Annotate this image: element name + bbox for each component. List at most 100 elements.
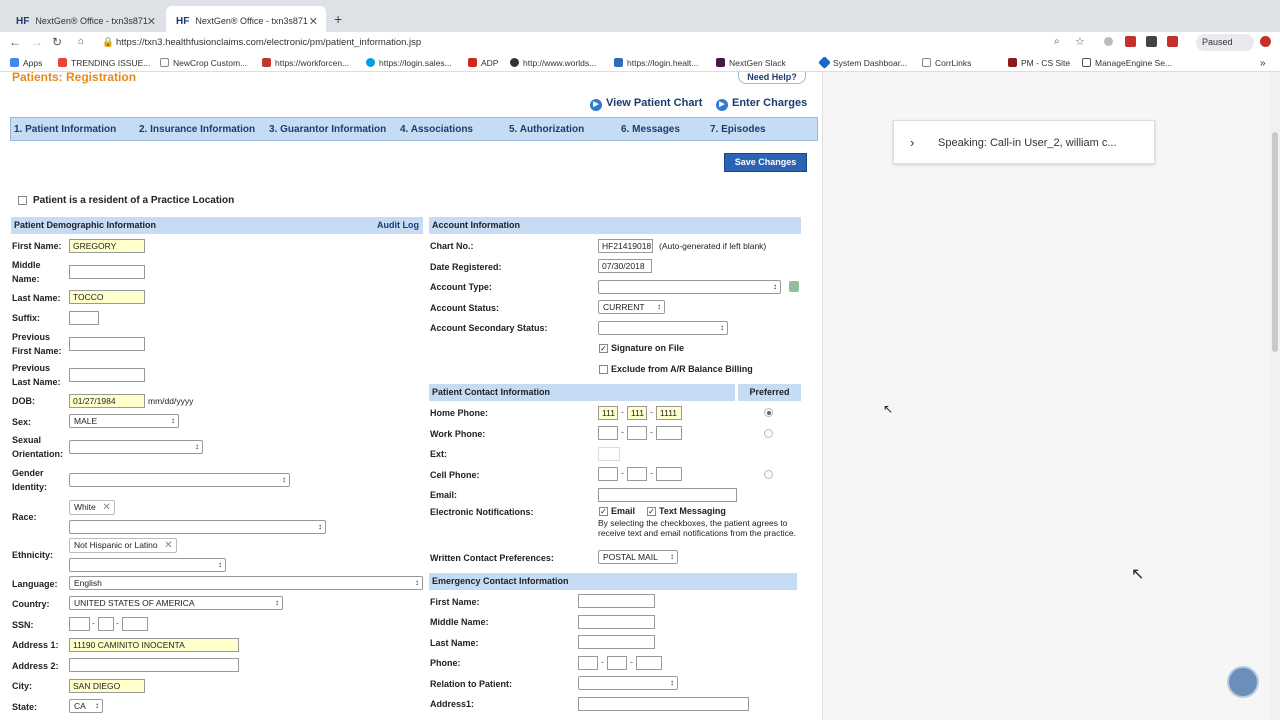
ssn-part1-input[interactable] — [69, 617, 90, 631]
cell-phone-prefix-input[interactable] — [627, 467, 647, 481]
bookmark-item[interactable]: System Dashboar... — [818, 56, 907, 69]
ethnicity-select[interactable] — [69, 558, 226, 572]
more-bookmarks-icon[interactable]: » — [1260, 58, 1266, 69]
close-tab-icon[interactable]: ✕ — [147, 15, 156, 28]
address1-input[interactable]: 11190 CAMINITO INOCENTA — [69, 638, 239, 652]
step-episodes[interactable]: 7. Episodes — [710, 124, 766, 135]
speaking-indicator[interactable]: › Speaking: Call-in User_2, william c... — [893, 120, 1155, 164]
chart-no-input[interactable]: HF21419018 — [598, 239, 653, 253]
step-messages[interactable]: 6. Messages — [621, 124, 680, 135]
extension-icon[interactable] — [1146, 36, 1157, 47]
cell-phone-line-input[interactable] — [656, 467, 682, 481]
date-registered-input[interactable]: 07/30/2018 — [598, 259, 652, 273]
extension-icon[interactable] — [1104, 37, 1113, 46]
email-input[interactable] — [598, 488, 737, 502]
bookmark-item[interactable]: ADP — [468, 58, 498, 68]
emergency-middle-name-input[interactable] — [578, 615, 655, 629]
exclude-billing-checkbox[interactable] — [599, 365, 608, 374]
resident-checkbox[interactable] — [18, 196, 27, 205]
cell-phone-area-input[interactable] — [598, 467, 618, 481]
audit-log-link[interactable]: Audit Log — [377, 220, 419, 230]
home-phone-area-input[interactable]: 111 — [598, 406, 618, 420]
cell-phone-preferred-radio[interactable] — [764, 470, 773, 479]
need-help-button[interactable]: Need Help? — [738, 72, 806, 84]
bookmark-item[interactable]: https://workforcen... — [262, 58, 349, 68]
view-patient-chart-link[interactable]: ▶ View Patient Chart — [590, 97, 702, 111]
emergency-phone-prefix-input[interactable] — [607, 656, 627, 670]
bookmark-item[interactable]: NextGen Slack — [716, 58, 786, 68]
city-input[interactable]: SAN DIEGO — [69, 679, 145, 693]
race-select[interactable] — [69, 520, 326, 534]
bookmark-item[interactable]: ManageEngine Se... — [1082, 58, 1172, 68]
remove-icon[interactable]: ✕ — [102, 501, 110, 514]
relation-select[interactable] — [578, 676, 678, 690]
step-insurance-information[interactable]: 2. Insurance Information — [139, 124, 255, 135]
middle-name-input[interactable] — [69, 265, 145, 279]
reload-icon[interactable]: ↻ — [52, 35, 62, 49]
bookmark-item[interactable]: CorrLinks — [922, 58, 971, 68]
star-icon[interactable]: ☆ — [1075, 35, 1085, 48]
first-name-input[interactable]: GREGORY — [69, 239, 145, 253]
step-guarantor-information[interactable]: 3. Guarantor Information — [269, 124, 386, 135]
text-notification-checkbox[interactable]: ✓ — [647, 507, 656, 516]
state-select[interactable]: CA — [69, 699, 103, 713]
home-phone-prefix-input[interactable]: 111 — [627, 406, 647, 420]
ssn-part3-input[interactable] — [122, 617, 148, 631]
scrollbar[interactable] — [1270, 72, 1280, 720]
bookmark-item[interactable]: http://www.worlds... — [510, 58, 596, 68]
written-contact-select[interactable]: POSTAL MAIL — [598, 550, 678, 564]
bookmark-item[interactable]: PM - CS Site — [1008, 58, 1070, 68]
secondary-status-select[interactable] — [598, 321, 728, 335]
new-tab-icon[interactable]: + — [334, 11, 342, 27]
extension-icon[interactable] — [1167, 36, 1178, 47]
emergency-first-name-input[interactable] — [578, 594, 655, 608]
bookmark-apps[interactable]: Apps — [10, 58, 42, 68]
gender-identity-select[interactable] — [69, 473, 290, 487]
home-phone-preferred-radio[interactable] — [764, 408, 773, 417]
ext-input[interactable] — [598, 447, 620, 461]
chevron-right-icon[interactable]: › — [910, 121, 914, 165]
previous-first-name-input[interactable] — [69, 337, 145, 351]
suffix-input[interactable] — [69, 311, 99, 325]
email-notification-checkbox[interactable]: ✓ — [599, 507, 608, 516]
bookmark-item[interactable]: TRENDING ISSUE... — [58, 58, 150, 68]
ssn-part2-input[interactable] — [98, 617, 114, 631]
previous-last-name-input[interactable] — [69, 368, 145, 382]
sex-select[interactable]: MALE — [69, 414, 179, 428]
work-phone-preferred-radio[interactable] — [764, 429, 773, 438]
bookmark-item[interactable]: NewCrop Custom... — [160, 58, 247, 68]
menu-icon[interactable] — [1260, 36, 1271, 47]
signature-on-file-checkbox[interactable]: ✓ — [599, 344, 608, 353]
emergency-last-name-input[interactable] — [578, 635, 655, 649]
last-name-input[interactable]: TOCCO — [69, 290, 145, 304]
sexual-orientation-select[interactable] — [69, 440, 203, 454]
account-type-select[interactable] — [598, 280, 781, 294]
work-phone-line-input[interactable] — [656, 426, 682, 440]
step-patient-information[interactable]: 1. Patient Information — [14, 124, 116, 135]
ethnicity-tag[interactable]: Not Hispanic or Latino ✕ — [69, 538, 177, 553]
home-icon[interactable]: ⌂ — [78, 36, 84, 47]
enter-charges-link[interactable]: ▶ Enter Charges — [716, 97, 807, 111]
address2-input[interactable] — [69, 658, 239, 672]
emergency-phone-area-input[interactable] — [578, 656, 598, 670]
account-status-select[interactable]: CURRENT — [598, 300, 665, 314]
back-icon[interactable]: ← — [9, 35, 21, 49]
race-tag[interactable]: White ✕ — [69, 500, 115, 515]
country-select[interactable]: UNITED STATES OF AMERICA — [69, 596, 283, 610]
language-select[interactable]: English — [69, 576, 423, 590]
step-authorization[interactable]: 5. Authorization — [509, 124, 584, 135]
trash-icon[interactable] — [789, 281, 799, 292]
work-phone-prefix-input[interactable] — [627, 426, 647, 440]
step-associations[interactable]: 4. Associations — [400, 124, 473, 135]
emergency-address1-input[interactable] — [578, 697, 749, 711]
profile-paused-button[interactable]: Paused — [1196, 34, 1254, 51]
zoom-icon[interactable]: ⌕ — [1054, 36, 1060, 47]
work-phone-area-input[interactable] — [598, 426, 618, 440]
extension-icon[interactable] — [1125, 36, 1136, 47]
remove-icon[interactable]: ✕ — [164, 539, 172, 552]
close-tab-icon[interactable]: ✕ — [309, 15, 318, 28]
bookmark-item[interactable]: https://login.sales... — [366, 58, 452, 68]
avatar[interactable] — [1227, 666, 1259, 698]
bookmark-item[interactable]: https://login.healt... — [614, 58, 698, 68]
dob-input[interactable]: 01/27/1984 — [69, 394, 145, 408]
